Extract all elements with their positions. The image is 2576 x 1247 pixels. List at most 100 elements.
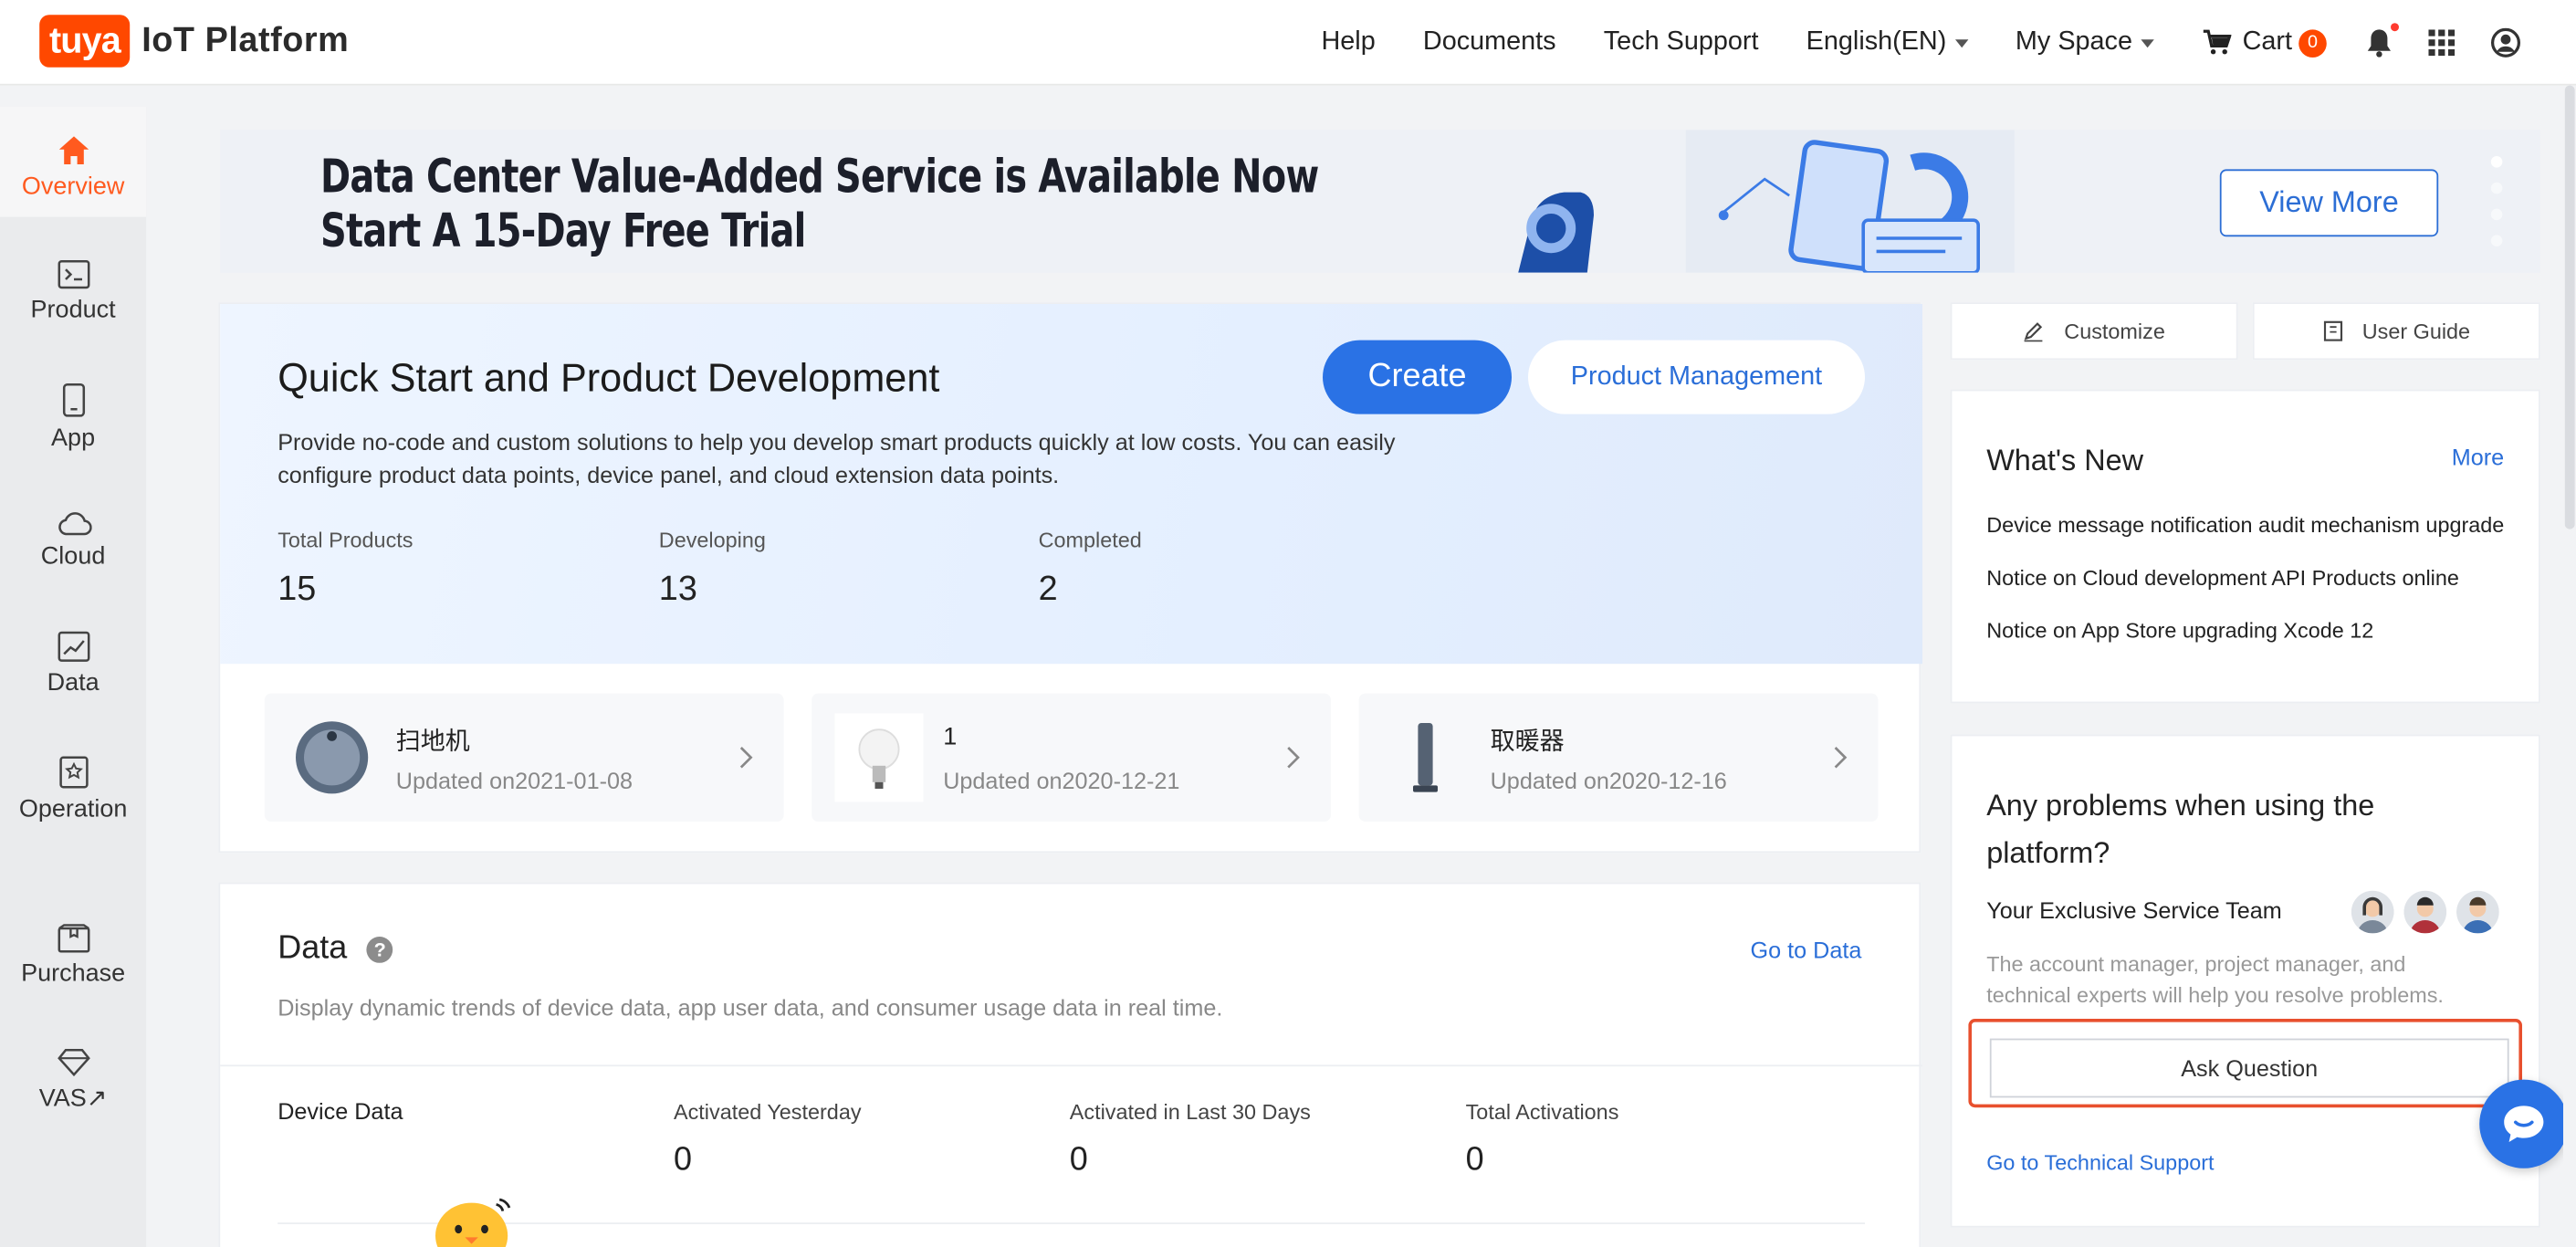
top-nav: Help Documents Tech Support English(EN) … (1321, 0, 2576, 86)
sidebar-item-product[interactable]: Product (0, 259, 146, 324)
avatar (2403, 890, 2447, 934)
sidebar: Overview Product App Cloud Data Operatio… (0, 107, 147, 1247)
cart-icon (2203, 29, 2231, 55)
news-item[interactable]: Notice on App Store upgrading Xcode 12 (1986, 618, 2508, 643)
stat-label: Total Products (277, 527, 414, 552)
whats-new-card: What's New More Device message notificat… (1950, 389, 2540, 704)
robot-vacuum-image (296, 721, 369, 794)
language-select[interactable]: English(EN) (1806, 28, 1968, 58)
unread-dot (2391, 23, 2399, 32)
sidebar-item-purchase[interactable]: Purchase (0, 924, 146, 988)
ask-question-highlight: Ask Question (1968, 1019, 2522, 1108)
product-name: 取暖器 (1490, 728, 1565, 756)
stat-developing: Developing 13 (659, 528, 766, 610)
service-team-label: Your Exclusive Service Team (1986, 896, 2282, 924)
light-bulb-image (834, 713, 924, 802)
top-bar: tuya IoT Platform Help Documents Tech Su… (0, 0, 2576, 86)
product-management-button[interactable]: Product Management (1528, 340, 1865, 414)
chevron-right-icon (739, 747, 753, 769)
product-card[interactable]: 1 Updated on2020-12-21 (812, 693, 1331, 822)
sidebar-item-cloud[interactable]: Cloud (0, 509, 146, 571)
sidebar-item-overview[interactable]: Overview (0, 107, 147, 217)
nav-documents[interactable]: Documents (1423, 28, 1556, 58)
view-more-button[interactable]: View More (2219, 169, 2439, 237)
sidebar-item-label: Purchase (21, 959, 126, 988)
cart-button[interactable]: Cart 0 (2202, 28, 2327, 58)
promo-banner[interactable]: Data Center Value-Added Service is Avail… (220, 130, 2540, 273)
logo-text: IoT Platform (141, 21, 350, 59)
home-icon (58, 136, 89, 164)
customize-label: Customize (2064, 319, 2165, 344)
chevron-right-icon (1287, 747, 1300, 769)
stat-label: Developing (658, 527, 766, 552)
whats-new-title: What's New (1986, 444, 2144, 477)
phone-icon (62, 382, 85, 417)
logo-badge: tuya (39, 15, 131, 68)
stat-total-products: Total Products 15 (277, 528, 413, 610)
apps-button[interactable] (2428, 29, 2456, 57)
stat-value: 15 (277, 570, 317, 608)
quick-start-header: Quick Start and Product Development Prov… (220, 304, 1923, 665)
create-button[interactable]: Create (1323, 340, 1512, 414)
sidebar-item-label: VAS↗ (38, 1085, 108, 1113)
product-card[interactable]: 扫地机 Updated on2021-01-08 (264, 693, 784, 822)
grid-icon (2428, 29, 2456, 57)
stat-value: 0 (674, 1142, 693, 1179)
my-space-select[interactable]: My Space (2015, 27, 2154, 58)
chevron-down-icon (2140, 38, 2154, 47)
my-space-label: My Space (2015, 27, 2132, 57)
scrollbar[interactable] (2563, 85, 2576, 1247)
news-item[interactable]: Device message notification audit mechan… (1986, 513, 2508, 538)
support-title: Any problems when using the platform? (1986, 789, 2375, 870)
customize-button[interactable]: Customize (1950, 302, 2238, 361)
news-item[interactable]: Notice on Cloud development API Products… (1986, 565, 2508, 590)
stat-label: Activated in Last 30 Days (1069, 1099, 1311, 1125)
help-icon[interactable]: ? (366, 936, 393, 962)
bell-icon (2367, 29, 2391, 58)
user-guide-button[interactable]: User Guide (2252, 302, 2540, 361)
product-card[interactable]: 取暖器 Updated on2020-12-16 (1358, 693, 1879, 822)
sidebar-item-app[interactable]: App (0, 382, 146, 452)
carousel-dot[interactable] (2490, 156, 2503, 168)
notification-button[interactable] (2366, 23, 2399, 58)
sidebar-item-label: Data (47, 668, 99, 697)
avatar (2351, 890, 2394, 934)
stat-completed: Completed 2 (1039, 528, 1142, 610)
logo[interactable]: tuya IoT Platform (39, 15, 349, 68)
banner-line-1: Data Center Value-Added Service is Avail… (320, 149, 1319, 204)
nav-help[interactable]: Help (1321, 28, 1375, 58)
stat-value: 13 (658, 570, 697, 608)
banner-line-2: Start A 15-Day Free Trial (320, 204, 806, 258)
divider (220, 1064, 1923, 1067)
stat-total-activations: Total Activations 0 (1466, 1099, 1619, 1179)
stat-activated-30-days: Activated in Last 30 Days 0 (1070, 1099, 1311, 1179)
stat-value: 2 (1038, 570, 1058, 608)
terminal-icon (57, 259, 89, 289)
technical-support-link[interactable]: Go to Technical Support (1986, 1150, 2214, 1175)
sidebar-item-operation[interactable]: Operation (0, 756, 146, 823)
sidebar-item-vas[interactable]: VAS↗ (0, 1048, 146, 1113)
whats-new-more-link[interactable]: More (2452, 444, 2504, 470)
product-name: 扫地机 (395, 728, 470, 756)
avatar (2456, 890, 2499, 934)
scrollbar-thumb[interactable] (2564, 85, 2575, 529)
diamond-icon (57, 1048, 89, 1076)
account-button[interactable] (2490, 27, 2521, 58)
go-to-data-link[interactable]: Go to Data (1751, 937, 1862, 963)
quick-start-description: Provide no-code and custom solutions to … (277, 428, 1396, 488)
product-updated: Updated on2021-01-08 (395, 767, 634, 794)
cart-label: Cart (2242, 27, 2292, 57)
chat-bubble-icon (2504, 1106, 2544, 1142)
carousel-dot[interactable] (2490, 208, 2503, 221)
carousel-dot[interactable] (2490, 235, 2503, 246)
sidebar-item-data[interactable]: Data (0, 631, 146, 697)
carousel-dot[interactable] (2490, 182, 2503, 194)
sidebar-item-label: Operation (18, 795, 128, 823)
product-updated: Updated on2020-12-21 (943, 767, 1180, 794)
sidebar-item-label: Overview (21, 173, 125, 201)
chat-button[interactable] (2479, 1079, 2569, 1168)
language-label: English(EN) (1806, 27, 1947, 57)
nav-tech-support[interactable]: Tech Support (1604, 28, 1759, 58)
ask-question-button[interactable]: Ask Question (1989, 1038, 2509, 1098)
data-description: Display dynamic trends of device data, a… (277, 994, 1223, 1021)
